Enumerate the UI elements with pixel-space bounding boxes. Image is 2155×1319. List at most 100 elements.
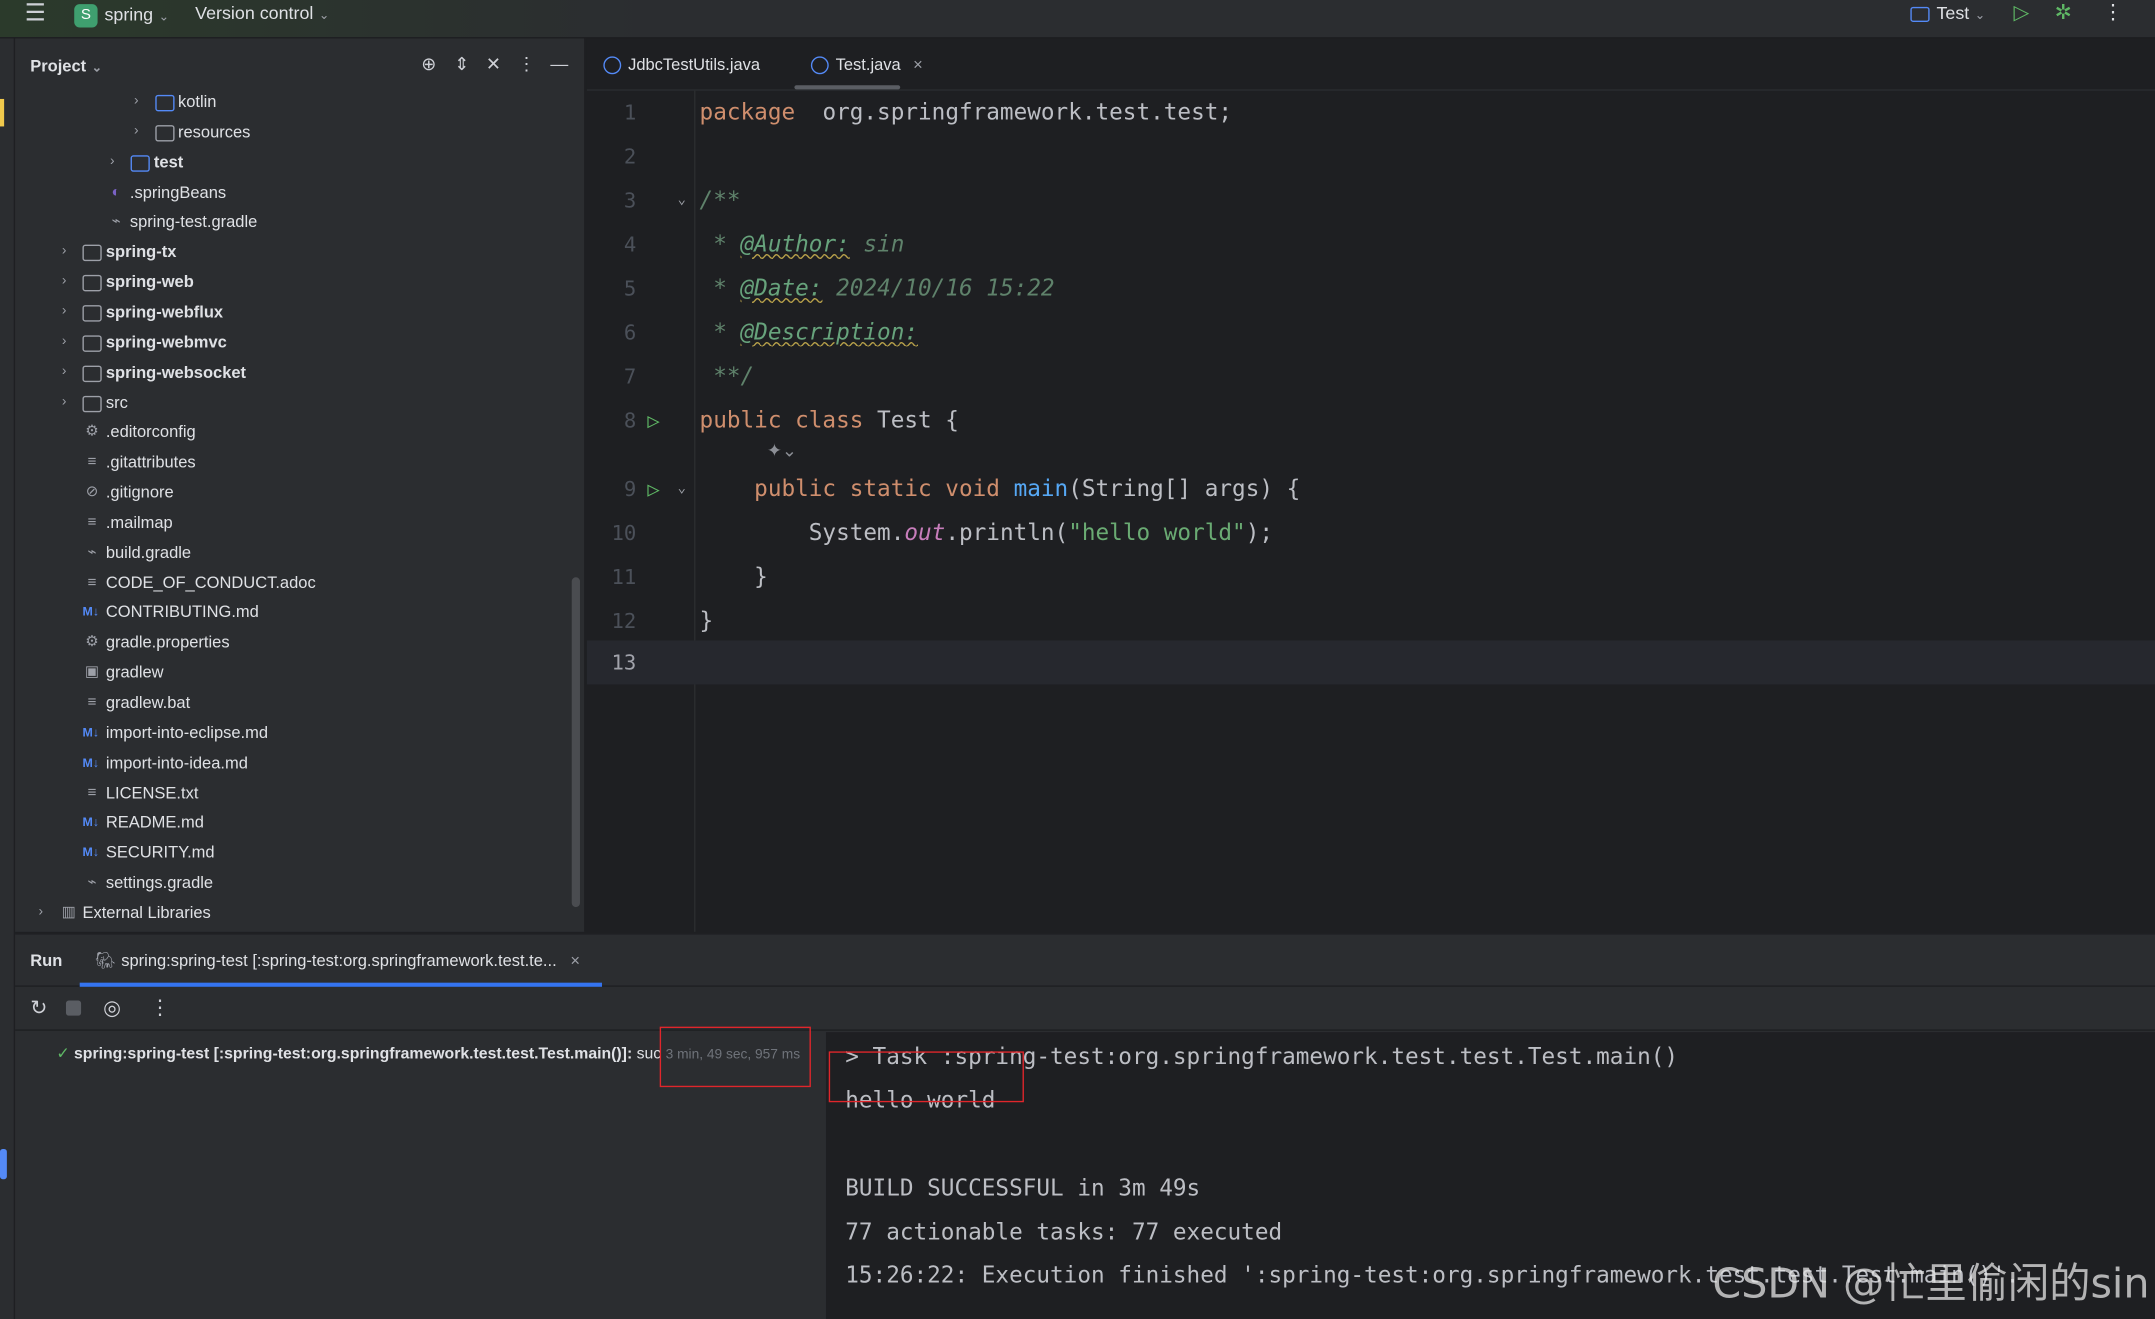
code-token: public class: [699, 406, 878, 433]
chevron-right-icon[interactable]: ›: [134, 87, 148, 117]
tree-item[interactable]: › ▥ External Libraries: [15, 897, 572, 927]
locate-icon[interactable]: ⊕: [418, 54, 440, 76]
code-line[interactable]: 1 package org.springframework.test.test;: [587, 91, 2155, 135]
rerun-icon[interactable]: ↻: [30, 995, 47, 1019]
line-number: 13: [611, 650, 637, 675]
tree-item[interactable]: ◐ .springBeans: [15, 177, 572, 207]
tree-item[interactable]: M↓ CONTRIBUTING.md: [15, 597, 572, 627]
chevron-down-icon: ⌄: [91, 60, 103, 75]
java-class-icon: [603, 56, 622, 75]
stop-icon[interactable]: [65, 1000, 82, 1016]
tree-item[interactable]: ≡ .mailmap: [15, 507, 572, 537]
run-config-selector[interactable]: Test ⌄: [1910, 0, 1985, 30]
view-options-icon[interactable]: ◎: [103, 995, 121, 1019]
tree-item[interactable]: ⌁ spring-test.gradle: [15, 207, 572, 237]
expand-all-icon[interactable]: ⇕: [451, 54, 473, 76]
tree-item[interactable]: › spring-webflux: [15, 297, 572, 327]
tree-item[interactable]: › resources: [15, 117, 572, 147]
run-tool-indicator[interactable]: [0, 1148, 7, 1180]
folder-icon: [130, 154, 150, 172]
chevron-right-icon[interactable]: ›: [134, 117, 148, 147]
chevron-right-icon[interactable]: ›: [62, 237, 76, 267]
fold-icon[interactable]: ⌄: [678, 179, 686, 223]
tree-item-label: gradle.properties: [105, 632, 230, 652]
tree-item[interactable]: ≡ LICENSE.txt: [15, 777, 572, 807]
fold-icon[interactable]: ⌄: [678, 467, 686, 511]
tree-item-label: import-into-eclipse.md: [105, 722, 269, 742]
highlight-box: [828, 1051, 1024, 1103]
project-panel-title[interactable]: Project ⌄: [30, 56, 102, 75]
chevron-right-icon[interactable]: ›: [110, 147, 124, 177]
code-token: *: [699, 230, 741, 258]
tree-item[interactable]: M↓ README.md: [15, 807, 572, 837]
tab-test-java[interactable]: Test.java ×: [810, 38, 923, 90]
tree-item-label: .editorconfig: [105, 422, 196, 442]
tree-item[interactable]: ≡ CODE_OF_CONDUCT.adoc: [15, 567, 572, 597]
code-line[interactable]: 6 * @Description:: [587, 311, 2155, 355]
more-icon[interactable]: ⋮: [150, 995, 171, 1019]
code-line[interactable]: 10 System.out.println("hello world");: [587, 511, 2155, 555]
code-line[interactable]: 13: [586, 640, 2155, 685]
collapse-all-icon[interactable]: ✕: [482, 54, 504, 76]
tree-item-label: resources: [177, 122, 251, 142]
shell-icon: ▣: [84, 664, 100, 681]
run-gutter-icon[interactable]: ▷: [647, 467, 659, 511]
tree-item[interactable]: › spring-web: [15, 267, 572, 297]
active-tab-indicator: [794, 85, 901, 90]
more-icon[interactable]: ⋮: [2103, 0, 2124, 30]
tree-item[interactable]: ≡ gradlew.bat: [15, 687, 572, 717]
chevron-right-icon[interactable]: ›: [62, 267, 76, 297]
text-file-icon: ≡: [87, 573, 97, 591]
hide-icon[interactable]: —: [548, 54, 570, 75]
close-tab-icon[interactable]: ×: [570, 951, 580, 970]
vcs-menu[interactable]: Version control ⌄: [195, 0, 329, 30]
chevron-right-icon[interactable]: ›: [62, 387, 76, 417]
ai-inlay-icon[interactable]: ✦⌄: [767, 440, 797, 462]
console-line: BUILD SUCCESSFUL in 3m 49s: [845, 1175, 1201, 1202]
close-tab-icon[interactable]: ×: [913, 55, 923, 74]
code-line[interactable]: 9 ▷ ⌄ public static void main(String[] arg…: [587, 467, 2155, 511]
tree-item[interactable]: ▣ gradlew: [15, 657, 572, 687]
code-line[interactable]: 7 **/: [587, 355, 2155, 399]
tree-item[interactable]: › spring-webmvc: [15, 327, 572, 357]
tree-item[interactable]: › spring-tx: [15, 237, 572, 267]
code-line[interactable]: 4 * @Author: sin: [587, 223, 2155, 267]
chevron-right-icon[interactable]: ›: [62, 297, 76, 327]
chevron-right-icon[interactable]: ›: [62, 327, 76, 357]
run-icon[interactable]: ▷: [2013, 0, 2029, 30]
project-scrollbar[interactable]: [571, 577, 580, 908]
tree-item[interactable]: › test: [15, 147, 572, 177]
project-switcher[interactable]: Sspring ⌄: [74, 1, 169, 31]
tree-item[interactable]: M↓ SECURITY.md: [15, 837, 572, 867]
console-output[interactable]: > Task :spring-test:org.springframework.…: [825, 1032, 2155, 1319]
tree-item[interactable]: › kotlin: [15, 87, 572, 117]
code-line[interactable]: 11 }: [587, 555, 2155, 599]
tree-item[interactable]: › src: [15, 387, 572, 417]
tree-item[interactable]: M↓ import-into-idea.md: [15, 747, 572, 777]
run-tab[interactable]: 🐘︎ spring:spring-test [:spring-test:org.s…: [95, 951, 580, 970]
title-bar: ☰ Sspring ⌄ Version control ⌄ Test ⌄ ▷ ✲ ⋮: [0, 0, 2155, 39]
tree-item[interactable]: M↓ import-into-eclipse.md: [15, 717, 572, 747]
main-menu-icon[interactable]: ☰: [25, 0, 46, 30]
tree-item-label: test: [153, 152, 184, 172]
tree-item[interactable]: ⚙ gradle.properties: [15, 627, 572, 657]
code-line[interactable]: 12}: [587, 599, 2155, 643]
chevron-right-icon[interactable]: ›: [38, 897, 52, 927]
tree-item[interactable]: ⌁ settings.gradle: [15, 867, 572, 897]
tree-item[interactable]: ⌁ build.gradle: [15, 537, 572, 567]
code-line[interactable]: 8 ▷ public class Test {: [587, 399, 2155, 443]
code-line[interactable]: 2: [587, 135, 2155, 179]
options-icon[interactable]: ⋮: [515, 54, 537, 76]
tab-jdbctestutils[interactable]: JdbcTestUtils.java: [603, 38, 760, 90]
tree-item[interactable]: ≡ .gitattributes: [15, 447, 572, 477]
tree-item[interactable]: ⊘ .gitignore: [15, 477, 572, 507]
tree-item[interactable]: ⚙ .editorconfig: [15, 417, 572, 447]
chevron-right-icon[interactable]: ›: [62, 357, 76, 387]
code-line[interactable]: 3 ⌄ /**: [587, 179, 2155, 223]
tree-item[interactable]: › spring-websocket: [15, 357, 572, 387]
code-token: org.springframework.test.test;: [795, 98, 1233, 126]
code-line[interactable]: 5 * @Date: 2024/10/16 15:22: [587, 267, 2155, 311]
debug-icon[interactable]: ✲: [2055, 0, 2072, 30]
run-gutter-icon[interactable]: ▷: [647, 399, 659, 443]
tree-item-label: spring-websocket: [105, 362, 247, 382]
